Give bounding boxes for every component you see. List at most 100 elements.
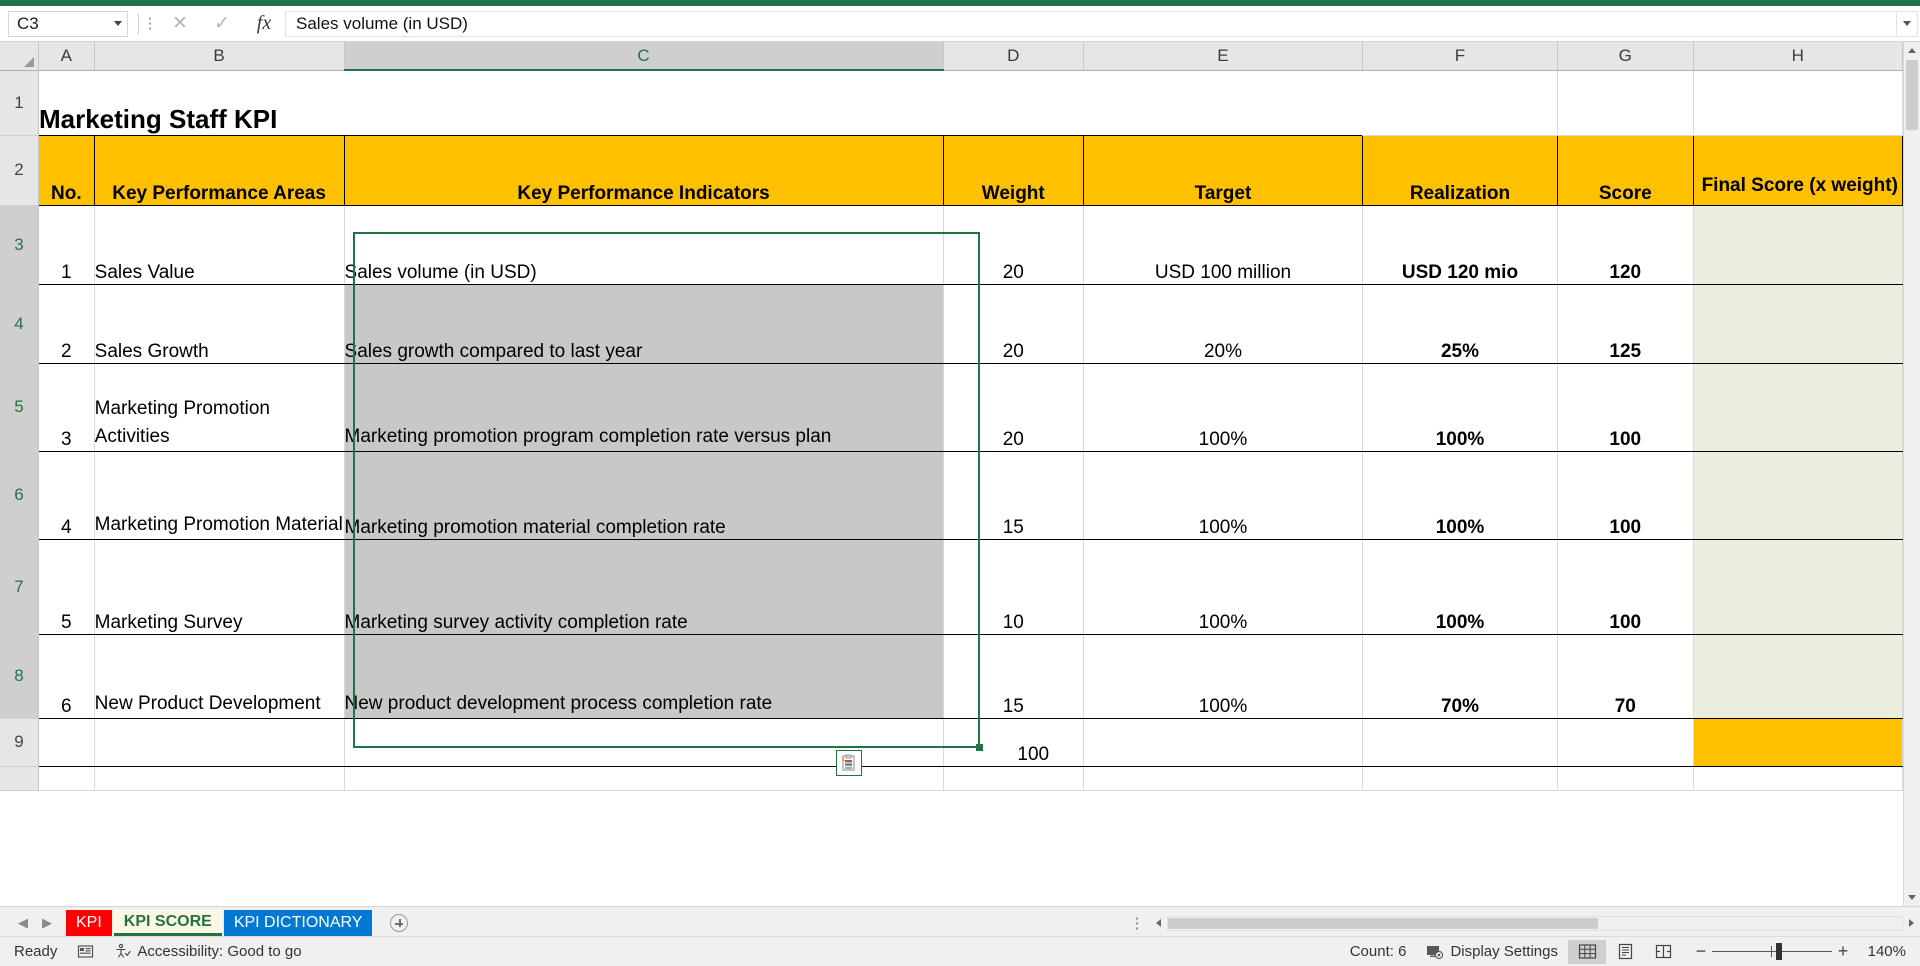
row-header-9[interactable]: 9: [0, 718, 39, 767]
header-key-performance-areas[interactable]: Key Performance Areas: [94, 134, 345, 206]
sheet-tab-kpi[interactable]: KPI: [66, 910, 112, 936]
cell-score[interactable]: 70: [1557, 634, 1694, 719]
cell-indicator[interactable]: Sales growth compared to last year: [344, 284, 944, 364]
cell-target[interactable]: USD 100 million: [1083, 205, 1364, 285]
cell-realization[interactable]: 100%: [1362, 451, 1558, 540]
column-header-F[interactable]: F: [1362, 42, 1558, 71]
select-all-corner[interactable]: [0, 42, 39, 71]
cell-area[interactable]: Sales Value: [94, 205, 345, 285]
vertical-scrollbar[interactable]: [1903, 42, 1920, 906]
header-weight[interactable]: Weight: [943, 134, 1084, 206]
cell-no[interactable]: 1: [37, 205, 95, 285]
cell-weight-total[interactable]: 100: [943, 718, 1084, 767]
horizontal-scrollbar[interactable]: [1150, 913, 1920, 933]
cell-final-score[interactable]: [1693, 451, 1903, 540]
cell-final-score[interactable]: [1693, 363, 1903, 452]
header-key-performance-indicators[interactable]: Key Performance Indicators: [344, 134, 944, 206]
cell-no[interactable]: 2: [37, 284, 95, 364]
cell-A9[interactable]: [37, 718, 95, 767]
header-final-score[interactable]: Final Score (x weight): [1693, 134, 1903, 206]
cell-score[interactable]: 100: [1557, 363, 1694, 452]
row-header-3[interactable]: 3: [0, 205, 39, 285]
cell-F1[interactable]: [1362, 70, 1558, 136]
cell-H10[interactable]: [1693, 766, 1903, 791]
row-header-10[interactable]: [0, 766, 39, 791]
vertical-scroll-thumb[interactable]: [1906, 60, 1918, 130]
row-header-6[interactable]: 6: [0, 451, 39, 540]
cell-score[interactable]: 125: [1557, 284, 1694, 364]
chevron-right-icon[interactable]: ▶: [36, 913, 58, 933]
cell-weight[interactable]: 20: [943, 205, 1084, 285]
cell-area[interactable]: New Product Development: [94, 634, 345, 719]
formula-bar-overflow-icon[interactable]: ⋮: [141, 16, 159, 31]
cell-target[interactable]: 100%: [1083, 539, 1364, 635]
check-icon[interactable]: ✓: [201, 10, 243, 38]
cell-realization[interactable]: 100%: [1362, 539, 1558, 635]
cell-realization[interactable]: 25%: [1362, 284, 1558, 364]
header-target[interactable]: Target: [1083, 134, 1364, 206]
column-header-C[interactable]: C: [344, 42, 944, 71]
cell-D10[interactable]: [943, 766, 1084, 791]
cell-final-score[interactable]: [1693, 634, 1903, 719]
cell-weight[interactable]: 15: [943, 634, 1084, 719]
cell-no[interactable]: 5: [37, 539, 95, 635]
paste-options-icon[interactable]: [836, 750, 862, 776]
cell-final-score[interactable]: [1693, 205, 1903, 285]
row-header-7[interactable]: 7: [0, 539, 39, 635]
cell-weight[interactable]: 10: [943, 539, 1084, 635]
cell-target[interactable]: 100%: [1083, 451, 1364, 540]
fx-icon[interactable]: fx: [243, 10, 285, 38]
cell-E9[interactable]: [1083, 718, 1364, 767]
cell-G10[interactable]: [1557, 766, 1694, 791]
column-header-A[interactable]: A: [38, 42, 95, 71]
selection-fill-handle[interactable]: [976, 744, 983, 751]
cell-target[interactable]: 100%: [1083, 363, 1364, 452]
cell-no[interactable]: 3: [37, 363, 95, 452]
scroll-right-icon[interactable]: [1903, 914, 1920, 932]
horizontal-scroll-track[interactable]: [1167, 915, 1903, 931]
horizontal-scroll-thumb[interactable]: [1168, 917, 1598, 929]
cell-score[interactable]: 100: [1557, 539, 1694, 635]
row-header-4[interactable]: 4: [0, 284, 39, 364]
row-header-5[interactable]: 5: [0, 363, 39, 452]
page-layout-view-icon[interactable]: [1606, 940, 1644, 964]
plus-circle-icon[interactable]: [384, 910, 414, 936]
cell-score[interactable]: 100: [1557, 451, 1694, 540]
expand-formula-bar-icon[interactable]: [1896, 10, 1918, 37]
cell-no[interactable]: 6: [37, 634, 95, 719]
cell-target[interactable]: 100%: [1083, 634, 1364, 719]
cell-area[interactable]: Marketing Survey: [94, 539, 345, 635]
cell-F9[interactable]: [1362, 718, 1558, 767]
cell-G1[interactable]: [1557, 70, 1694, 136]
row-header-1[interactable]: 1: [0, 70, 39, 136]
header-score[interactable]: Score: [1557, 134, 1694, 206]
chevron-left-icon[interactable]: ◀: [12, 913, 34, 933]
cell-final-score[interactable]: [1693, 284, 1903, 364]
cell-B10[interactable]: [94, 766, 345, 791]
cell-G9[interactable]: [1557, 718, 1694, 767]
close-icon[interactable]: ✕: [159, 10, 201, 38]
sheet-tab-kpi-dictionary[interactable]: KPI DICTIONARY: [223, 910, 373, 936]
scroll-left-icon[interactable]: [1150, 914, 1167, 932]
zoom-in-icon[interactable]: +: [1832, 941, 1854, 962]
cell-weight[interactable]: 20: [943, 363, 1084, 452]
column-header-D[interactable]: D: [943, 42, 1084, 71]
zoom-slider[interactable]: − +: [1682, 941, 1862, 962]
cell-no[interactable]: 4: [37, 451, 95, 540]
cell-weight[interactable]: 20: [943, 284, 1084, 364]
ellipsis-icon[interactable]: ⋮: [1124, 914, 1150, 936]
scroll-down-icon[interactable]: [1904, 889, 1920, 906]
column-header-H[interactable]: H: [1693, 42, 1903, 71]
zoom-out-icon[interactable]: −: [1690, 941, 1712, 962]
cell-indicator[interactable]: Sales volume (in USD): [344, 205, 944, 285]
cell-final-score-total[interactable]: [1693, 718, 1903, 767]
cell-final-score[interactable]: [1693, 539, 1903, 635]
header-no[interactable]: No.: [37, 134, 95, 206]
cell-indicator[interactable]: Marketing survey activity completion rat…: [344, 539, 944, 635]
cell-indicator[interactable]: Marketing promotion material completion …: [344, 451, 944, 540]
cell-area[interactable]: Marketing Promotion Material: [94, 451, 345, 540]
row-header-8[interactable]: 8: [0, 634, 39, 719]
cell-realization[interactable]: 100%: [1362, 363, 1558, 452]
sheet-tab-kpi-score[interactable]: KPI SCORE: [113, 910, 222, 936]
cell-realization[interactable]: 70%: [1362, 634, 1558, 719]
